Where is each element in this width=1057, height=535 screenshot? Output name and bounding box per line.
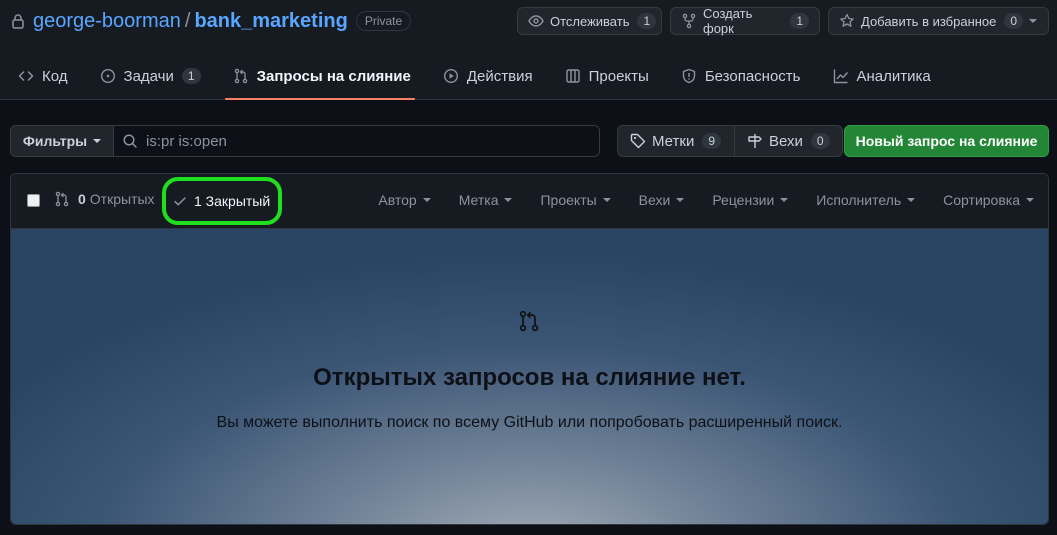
tab-projects[interactable]: Проекты — [547, 52, 663, 100]
issues-count: 1 — [181, 68, 201, 84]
star-icon — [839, 13, 861, 29]
blankslate: Открытых запросов на слияние нет. Вы мож… — [11, 229, 1048, 524]
repo-header: george-boorman / bank_marketing Private … — [0, 0, 1057, 100]
check-icon — [172, 193, 194, 209]
chevron-down-icon — [780, 198, 789, 202]
fork-count: 1 — [790, 13, 809, 29]
open-state-filter[interactable]: 0 Открытых — [54, 191, 155, 207]
tab-insights[interactable]: Аналитика — [815, 52, 945, 100]
tab-label: Действия — [466, 67, 533, 85]
tab-actions[interactable]: Действия — [425, 52, 547, 100]
tab-security[interactable]: Безопасность — [663, 52, 815, 100]
repo-owner-link[interactable]: george-boorman — [33, 10, 181, 33]
search-field[interactable] — [114, 125, 600, 157]
watch-label: Отслеживать — [550, 13, 630, 29]
blankslate-title: Открытых запросов на слияние нет. — [313, 364, 746, 391]
menu-label: Метка — [458, 192, 499, 208]
search-icon — [122, 133, 146, 149]
code-icon — [18, 68, 42, 84]
table-icon — [565, 68, 589, 84]
new-pull-request-button[interactable]: Новый запрос на слияние — [844, 125, 1049, 157]
pull-request-list: 0 Открытых 1 Закрытый Автор Метка Проект… — [10, 173, 1049, 525]
labels-label: Метки — [652, 132, 695, 150]
menu-label: Сортировка — [943, 192, 1020, 208]
filters-label: Фильтры — [22, 133, 88, 149]
milestones-filter[interactable]: Вехи — [639, 192, 685, 208]
reviews-filter[interactable]: Рецензии — [712, 192, 789, 208]
tab-label: Безопасность — [704, 67, 801, 85]
graph-icon — [833, 68, 857, 84]
watch-count: 1 — [637, 13, 657, 29]
tab-label: Аналитика — [856, 67, 931, 85]
filters-dropdown[interactable]: Фильтры — [10, 125, 114, 157]
search-input[interactable] — [146, 132, 566, 150]
chevron-down-icon — [1026, 198, 1034, 202]
author-filter[interactable]: Автор — [378, 192, 431, 208]
pull-request-icon — [233, 68, 257, 84]
blankslate-description: Вы можете выполнить поиск по всему GitHu… — [216, 414, 843, 431]
watch-button[interactable]: Отслеживать 1 — [517, 7, 662, 35]
tab-label: Запросы на слияние — [256, 67, 411, 85]
tab-label: Задачи — [123, 67, 174, 85]
tab-code[interactable]: Код — [0, 52, 82, 100]
tab-label: Код — [42, 67, 68, 85]
projects-filter[interactable]: Проекты — [540, 192, 611, 208]
star-count: 0 — [1004, 13, 1024, 29]
star-label: Добавить в избранное — [861, 13, 997, 29]
chevron-down-icon — [907, 198, 916, 202]
chevron-down-icon — [602, 198, 611, 202]
label-filter[interactable]: Метка — [459, 192, 513, 208]
menu-label: Автор — [378, 192, 417, 208]
chevron-down-icon — [93, 139, 102, 143]
fork-label: Создать форк — [703, 6, 753, 36]
chevron-down-icon — [504, 198, 513, 202]
lock-icon — [10, 13, 26, 29]
sort-filter-menus: Автор Метка Проекты Вехи Рецензии Исполн… — [350, 192, 1034, 208]
menu-label: Рецензии — [712, 192, 775, 208]
fork-button[interactable]: Создать форк 1 — [670, 6, 820, 36]
labels-button[interactable]: Метки 9 — [617, 125, 735, 157]
menu-label: Проекты — [540, 192, 597, 208]
repo-nav-tabs: Код Задачи 1 Запросы на слияние Действия… — [0, 52, 945, 100]
fork-icon — [681, 13, 703, 29]
select-all-checkbox[interactable] — [27, 194, 40, 207]
list-header: 0 Открытых 1 Закрытый Автор Метка Проект… — [11, 174, 1048, 229]
chevron-down-icon — [422, 198, 431, 202]
tab-pull-requests[interactable]: Запросы на слияние — [215, 52, 425, 100]
milestone-icon — [747, 133, 769, 149]
star-button[interactable]: Добавить в избранное 0 — [828, 7, 1049, 35]
menu-label: Вехи — [638, 192, 671, 208]
chevron-down-icon[interactable] — [1029, 19, 1038, 23]
tab-label: Проекты — [588, 67, 649, 85]
sort-filter[interactable]: Сортировка — [943, 192, 1034, 208]
assignee-filter[interactable]: Исполнитель — [816, 192, 916, 208]
repo-title: george-boorman / bank_marketing Private — [10, 7, 412, 35]
pull-request-icon — [517, 309, 541, 333]
milestones-count: 0 — [810, 133, 830, 149]
milestones-button[interactable]: Вехи 0 — [735, 125, 843, 157]
menu-label: Исполнитель — [816, 192, 902, 208]
eye-icon — [528, 13, 550, 29]
tag-icon — [630, 133, 652, 149]
open-count: 0 — [78, 191, 86, 207]
visibility-badge: Private — [355, 11, 412, 31]
closed-state-filter[interactable]: 1 Закрытый — [162, 177, 282, 225]
open-label: Открытых — [89, 191, 155, 207]
pull-request-icon — [54, 191, 78, 207]
labels-count: 9 — [702, 133, 722, 149]
milestones-label: Вехи — [769, 132, 803, 150]
play-icon — [443, 68, 467, 84]
repo-name-link[interactable]: bank_marketing — [194, 10, 347, 33]
repo-separator: / — [184, 9, 191, 32]
issue-icon — [100, 68, 124, 84]
shield-icon — [681, 68, 705, 84]
tab-issues[interactable]: Задачи 1 — [82, 52, 215, 100]
chevron-down-icon — [676, 198, 685, 202]
closed-label: 1 Закрытый — [194, 193, 271, 209]
